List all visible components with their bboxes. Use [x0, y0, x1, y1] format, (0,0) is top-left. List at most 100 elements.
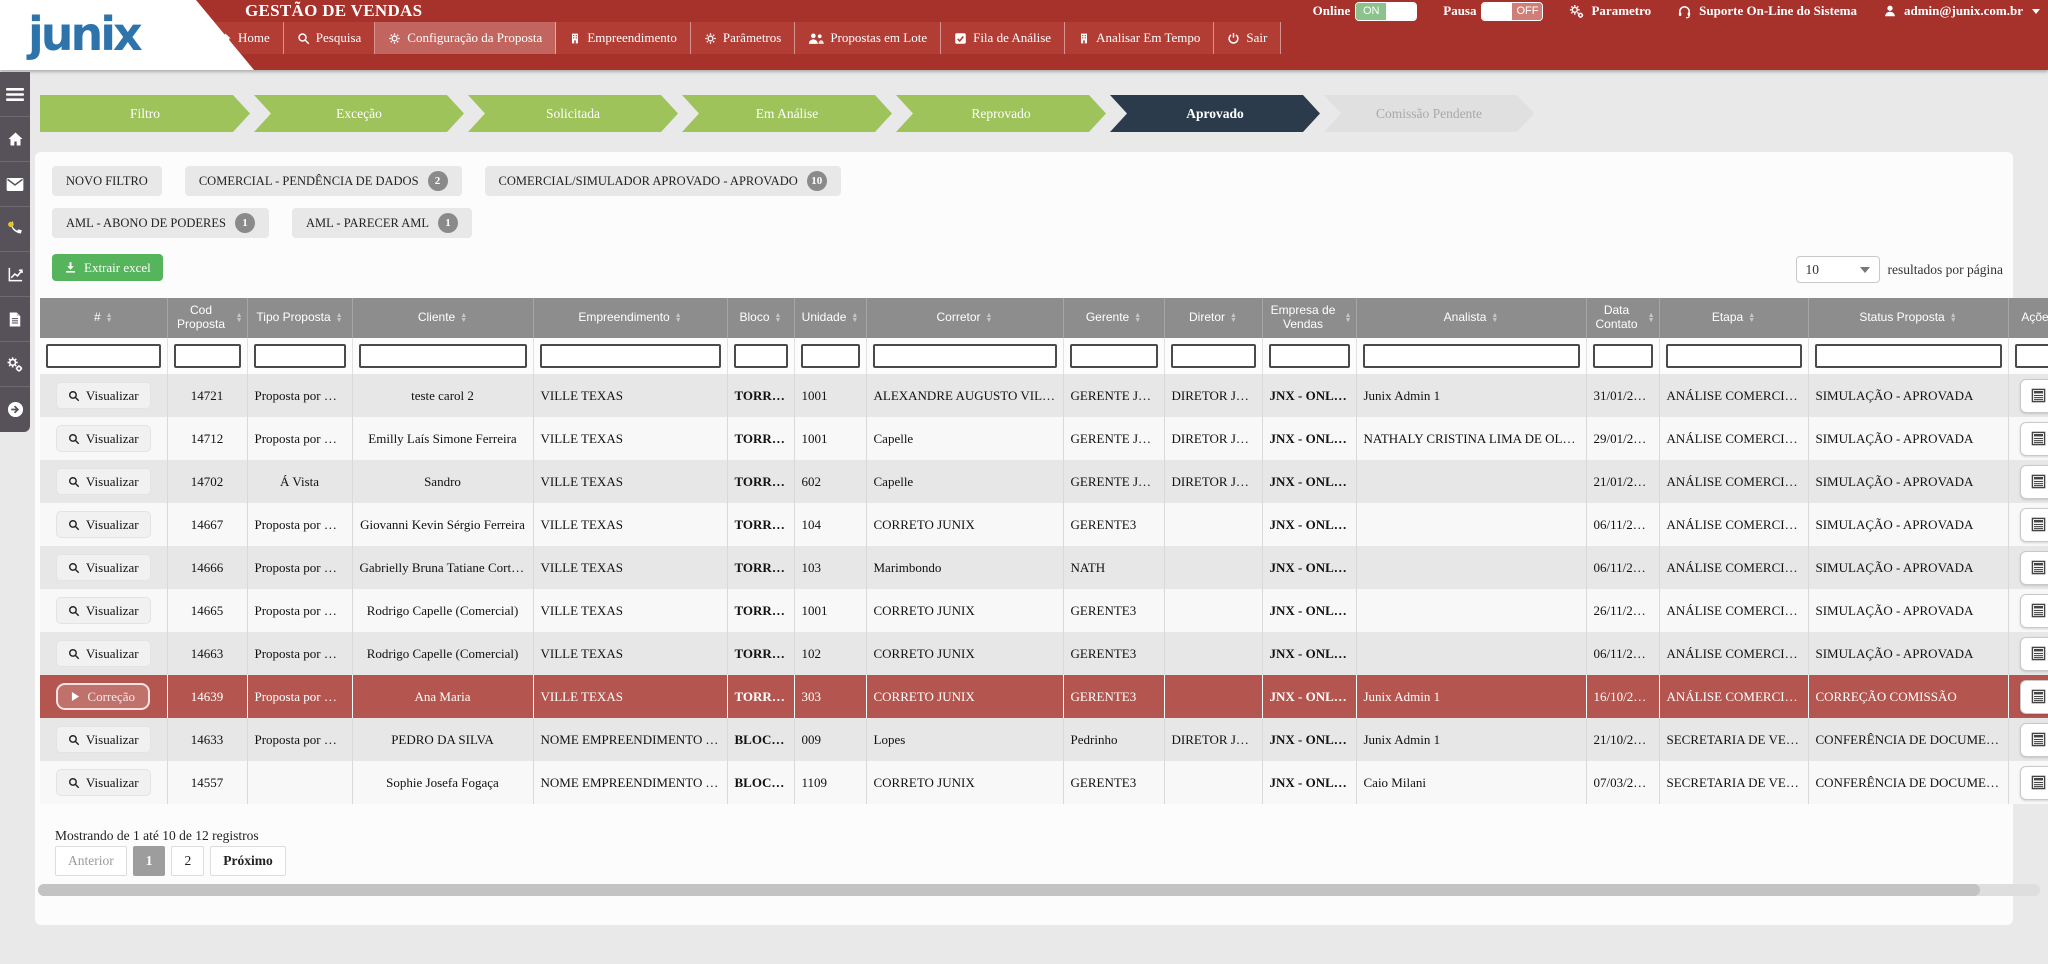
sort-icon[interactable]: ▲▼: [851, 313, 858, 323]
row-actions-button[interactable]: [2020, 680, 2048, 714]
row-actions-button[interactable]: [2020, 465, 2048, 499]
nav-item-empreendimento[interactable]: Empreendimento: [556, 22, 691, 54]
online-toggle-empty-segment[interactable]: [1386, 3, 1416, 20]
filter-input-bloco[interactable]: [734, 344, 788, 368]
online-toggle-on-segment[interactable]: ON: [1356, 3, 1386, 20]
nav-item-propostas-em-lote[interactable]: Propostas em Lote: [795, 22, 941, 54]
column-header-analista[interactable]: Analista▲▼: [1356, 298, 1586, 338]
visualizar-button[interactable]: Visualizar: [56, 425, 151, 452]
pagination-page-2[interactable]: 2: [171, 846, 204, 876]
filter-input-cliente[interactable]: [359, 344, 527, 368]
filter-input-corretor[interactable]: [873, 344, 1057, 368]
filter-input-gerente[interactable]: [1070, 344, 1158, 368]
horizontal-scrollbar-track[interactable]: [38, 884, 2040, 896]
support-button[interactable]: Suporte On-Line do Sistema: [1677, 3, 1857, 19]
filter-input-empresa[interactable]: [1269, 344, 1350, 368]
visualizar-button[interactable]: Visualizar: [56, 597, 151, 624]
nav-item-fila-de-analise[interactable]: Fila de Análise: [941, 22, 1065, 54]
visualizar-button[interactable]: Visualizar: [56, 554, 151, 581]
step-reprovado[interactable]: Reprovado: [896, 95, 1106, 132]
nav-item-parametros[interactable]: Parâmetros: [691, 22, 795, 54]
document-icon[interactable]: [0, 297, 30, 342]
phone-notification-icon[interactable]: [0, 207, 30, 252]
column-header-tipo[interactable]: Tipo Proposta▲▼: [247, 298, 352, 338]
sort-icon[interactable]: ▲▼: [1134, 313, 1141, 323]
visualizar-button[interactable]: Visualizar: [56, 511, 151, 538]
row-actions-button[interactable]: [2020, 723, 2048, 757]
column-header-empresa[interactable]: Empresa de Vendas▲▼: [1262, 298, 1356, 338]
nav-item-sair[interactable]: Sair: [1214, 22, 1281, 54]
pausa-toggle-off-segment[interactable]: OFF: [1512, 3, 1542, 20]
horizontal-scrollbar-thumb[interactable]: [38, 884, 1980, 896]
sort-icon[interactable]: ▲▼: [106, 313, 113, 323]
row-actions-button[interactable]: [2020, 594, 2048, 628]
filter-button-comercial-pendencia[interactable]: COMERCIAL - PENDÊNCIA DE DADOS2: [185, 166, 462, 196]
mail-icon[interactable]: [0, 162, 30, 207]
row-actions-button[interactable]: [2020, 508, 2048, 542]
filter-input-cod[interactable]: [174, 344, 241, 368]
sort-icon[interactable]: ▲▼: [1491, 313, 1498, 323]
correcao-button[interactable]: Correção: [56, 683, 150, 710]
filter-input-acoes[interactable]: [2015, 344, 2048, 368]
page-size-select[interactable]: 10: [1796, 256, 1880, 283]
pausa-toggle[interactable]: OFF: [1481, 2, 1543, 21]
pagination-page-1[interactable]: 1: [133, 846, 166, 876]
column-header-status[interactable]: Status Proposta▲▼: [1808, 298, 2008, 338]
sort-icon[interactable]: ▲▼: [336, 313, 343, 323]
row-actions-button[interactable]: [2020, 379, 2048, 413]
step-excecao[interactable]: Exceção: [254, 95, 464, 132]
sort-icon[interactable]: ▲▼: [775, 313, 782, 323]
export-excel-button[interactable]: Extrair excel: [52, 254, 163, 281]
column-header-diretor[interactable]: Diretor▲▼: [1164, 298, 1262, 338]
column-header-data[interactable]: Data Contato▲▼: [1586, 298, 1659, 338]
sort-icon[interactable]: ▲▼: [236, 313, 243, 323]
column-header-num[interactable]: #▲▼: [40, 298, 167, 338]
column-header-cod[interactable]: Cod Proposta▲▼: [167, 298, 247, 338]
filter-input-diretor[interactable]: [1171, 344, 1256, 368]
visualizar-button[interactable]: Visualizar: [56, 726, 151, 753]
filter-button-comercial-simulador[interactable]: COMERCIAL/SIMULADOR APROVADO - APROVADO1…: [485, 166, 841, 196]
home-icon[interactable]: [0, 117, 30, 162]
nav-item-pesquisa[interactable]: Pesquisa: [284, 22, 376, 54]
settings-gears-icon[interactable]: [0, 342, 30, 387]
step-aprovado[interactable]: Aprovado: [1110, 95, 1320, 132]
filter-button-aml-abono[interactable]: AML - ABONO DE PODERES1: [52, 208, 269, 238]
online-toggle[interactable]: ON: [1355, 2, 1417, 21]
column-header-empreendimento[interactable]: Empreendimento▲▼: [533, 298, 727, 338]
nav-item-analisar-em-tempo[interactable]: Analisar Em Tempo: [1065, 22, 1214, 54]
filter-button-aml-parecer[interactable]: AML - PARECER AML1: [292, 208, 472, 238]
filter-input-unidade[interactable]: [801, 344, 860, 368]
step-em-analise[interactable]: Em Análise: [682, 95, 892, 132]
step-filtro[interactable]: Filtro: [40, 95, 250, 132]
column-header-unidade[interactable]: Unidade▲▼: [794, 298, 866, 338]
column-header-cliente[interactable]: Cliente▲▼: [352, 298, 533, 338]
filter-input-etapa[interactable]: [1666, 344, 1802, 368]
step-solicitada[interactable]: Solicitada: [468, 95, 678, 132]
column-header-etapa[interactable]: Etapa▲▼: [1659, 298, 1808, 338]
filter-button-novo-filtro[interactable]: NOVO FILTRO: [52, 166, 162, 196]
parametro-button[interactable]: Parametro: [1569, 3, 1651, 19]
visualizar-button[interactable]: Visualizar: [56, 640, 151, 667]
sort-icon[interactable]: ▲▼: [1345, 313, 1352, 323]
sort-icon[interactable]: ▲▼: [675, 313, 682, 323]
pagination-previous[interactable]: Anterior: [55, 846, 127, 876]
column-header-gerente[interactable]: Gerente▲▼: [1063, 298, 1164, 338]
row-actions-button[interactable]: [2020, 766, 2048, 800]
user-menu[interactable]: admin@junix.com.br: [1883, 3, 2040, 19]
pagination-next[interactable]: Próximo: [210, 846, 286, 876]
chart-icon[interactable]: [0, 252, 30, 297]
column-header-corretor[interactable]: Corretor▲▼: [866, 298, 1063, 338]
menu-icon[interactable]: [0, 72, 30, 117]
sort-icon[interactable]: ▲▼: [1230, 313, 1237, 323]
sort-icon[interactable]: ▲▼: [1748, 313, 1755, 323]
filter-input-tipo[interactable]: [254, 344, 346, 368]
junix-logo[interactable]: junix: [0, 0, 258, 70]
filter-input-status[interactable]: [1815, 344, 2002, 368]
column-header-bloco[interactable]: Bloco▲▼: [727, 298, 794, 338]
row-actions-button[interactable]: [2020, 422, 2048, 456]
sort-icon[interactable]: ▲▼: [986, 313, 993, 323]
row-actions-button[interactable]: [2020, 637, 2048, 671]
arrow-right-circle-icon[interactable]: [0, 387, 30, 432]
nav-item-configuracao-da-proposta[interactable]: Configuração da Proposta: [375, 22, 556, 54]
pausa-toggle-empty-segment[interactable]: [1482, 3, 1512, 20]
